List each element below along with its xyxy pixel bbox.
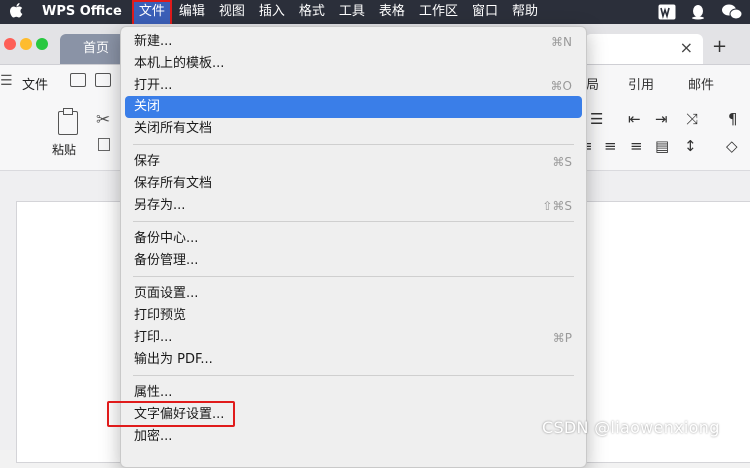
menu-item-close[interactable]: 关闭: [125, 96, 582, 118]
save-icon[interactable]: [95, 73, 111, 87]
copy-icon[interactable]: [98, 138, 110, 151]
text-direction-icon[interactable]: ⤨: [686, 110, 698, 128]
menu-item-local-templates[interactable]: 本机上的模板...: [125, 53, 582, 75]
hamburger-menu-icon[interactable]: ☰: [0, 73, 13, 89]
menu-view[interactable]: 视图: [212, 0, 252, 24]
mac-menubar: WPS Office 文件 编辑 视图 插入 格式 工具 表格 工作区 窗口 帮…: [0, 0, 750, 26]
app-menu-wps[interactable]: WPS Office: [28, 0, 132, 24]
menu-file[interactable]: 文件: [131, 0, 172, 26]
justify-icon[interactable]: ▤: [655, 137, 669, 155]
cut-icon[interactable]: ✂: [96, 110, 110, 130]
paragraph-mark-icon[interactable]: ¶: [728, 110, 738, 128]
menu-item-open[interactable]: 打开... ⌘O: [125, 75, 582, 97]
menu-item-close-all[interactable]: 关闭所有文档: [125, 118, 582, 140]
tab-layout[interactable]: 局: [586, 74, 599, 93]
menu-format[interactable]: 格式: [292, 0, 332, 24]
watermark-text: CSDN @liaowenxiong: [542, 418, 720, 437]
tab-document[interactable]: ×: [585, 34, 703, 64]
annotation-highlight-box: [107, 401, 235, 427]
menu-item-new[interactable]: 新建... ⌘N: [125, 31, 582, 53]
increase-indent-icon[interactable]: ⇥: [655, 110, 668, 128]
menu-workspace[interactable]: 工作区: [412, 0, 465, 24]
ribbon-file-menu[interactable]: 文件: [22, 74, 48, 93]
tab-mail[interactable]: 邮件: [688, 74, 714, 93]
menu-tools[interactable]: 工具: [332, 0, 372, 24]
menu-item-backup-manage[interactable]: 备份管理...: [125, 250, 582, 272]
menu-separator: [133, 276, 574, 277]
window-minimize-button[interactable]: [20, 38, 32, 50]
shading-icon[interactable]: ◇: [726, 137, 738, 155]
menu-help[interactable]: 帮助: [505, 0, 545, 24]
menu-item-export-pdf[interactable]: 输出为 PDF...: [125, 349, 582, 371]
menu-insert[interactable]: 插入: [252, 0, 292, 24]
menu-item-page-setup[interactable]: 页面设置...: [125, 283, 582, 305]
menu-item-save-as[interactable]: 另存为... ⇧⌘S: [125, 195, 582, 217]
apple-icon[interactable]: [4, 2, 28, 22]
open-folder-icon[interactable]: [70, 73, 86, 87]
paste-button-label[interactable]: 粘贴: [52, 141, 76, 158]
close-tab-icon[interactable]: ×: [680, 38, 693, 57]
menu-item-save[interactable]: 保存 ⌘S: [125, 151, 582, 173]
menu-item-save-all[interactable]: 保存所有文档: [125, 173, 582, 195]
qq-icon[interactable]: [690, 4, 708, 20]
menu-item-print[interactable]: 打印... ⌘P: [125, 327, 582, 349]
tab-reference[interactable]: 引用: [628, 74, 654, 93]
align-center-icon[interactable]: ≡: [604, 137, 617, 155]
window-close-button[interactable]: [4, 38, 16, 50]
wechat-icon[interactable]: [722, 4, 743, 20]
window-zoom-button[interactable]: [36, 38, 48, 50]
menu-window[interactable]: 窗口: [465, 0, 505, 24]
decrease-indent-icon[interactable]: ⇤: [628, 110, 641, 128]
menu-separator: [133, 375, 574, 376]
align-right-icon[interactable]: ≡: [630, 137, 643, 155]
new-tab-button[interactable]: +: [712, 36, 727, 57]
menu-item-encrypt[interactable]: 加密...: [125, 426, 582, 448]
menu-separator: [133, 144, 574, 145]
wps-logo-icon[interactable]: [658, 4, 676, 20]
menu-table[interactable]: 表格: [372, 0, 412, 24]
menu-item-backup-center[interactable]: 备份中心...: [125, 228, 582, 250]
menu-separator: [133, 221, 574, 222]
line-spacing-icon[interactable]: ↕: [684, 137, 697, 155]
menu-edit[interactable]: 编辑: [172, 0, 212, 24]
paste-icon[interactable]: [58, 108, 78, 135]
menubar-status-icons: [658, 4, 750, 20]
menu-item-print-preview[interactable]: 打印预览: [125, 305, 582, 327]
list-indent-icon[interactable]: ☰: [590, 110, 603, 128]
